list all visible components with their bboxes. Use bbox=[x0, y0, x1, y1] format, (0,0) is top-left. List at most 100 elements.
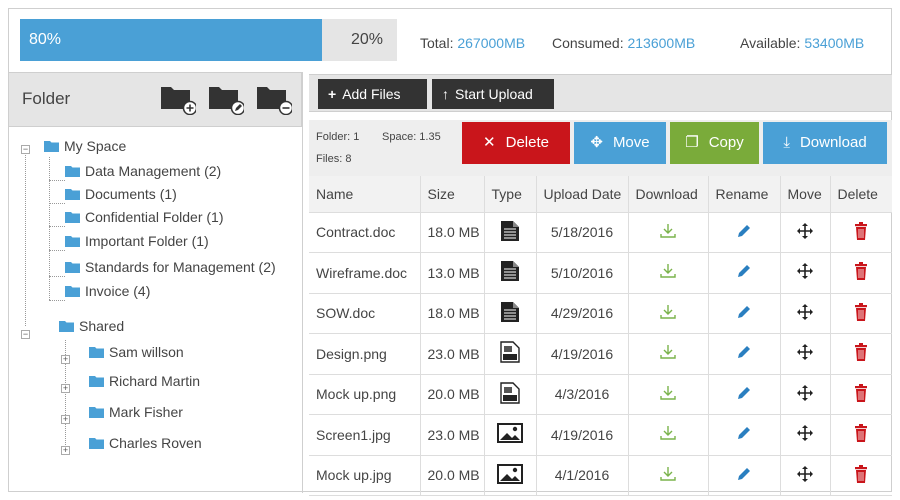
pencil-icon[interactable] bbox=[736, 263, 752, 282]
folder-icon bbox=[59, 321, 74, 332]
table-row[interactable]: Screen1.jpg 23.0 MB 4/19/2016 bbox=[309, 414, 892, 456]
tree-node-charles-roven[interactable]: Charles Roven bbox=[89, 435, 202, 451]
tree-node-sam-willson[interactable]: Sam willson bbox=[89, 344, 184, 360]
file-name[interactable]: Screen1.jpg bbox=[309, 414, 421, 456]
rename-cell bbox=[708, 374, 781, 415]
trash-icon[interactable] bbox=[854, 221, 868, 243]
expand-toggle[interactable]: + bbox=[61, 355, 70, 364]
download-cell bbox=[628, 414, 709, 456]
column-header-type[interactable]: Type bbox=[484, 176, 537, 213]
column-header-move: Move bbox=[780, 176, 831, 213]
download-icon[interactable] bbox=[659, 263, 677, 282]
pencil-icon[interactable] bbox=[736, 344, 752, 363]
tree-node-richard-martin[interactable]: Richard Martin bbox=[89, 373, 200, 389]
collapse-my-space-toggle[interactable]: − bbox=[21, 145, 30, 154]
tree-node-important-folder[interactable]: Important Folder (1) bbox=[65, 233, 209, 249]
expand-toggle[interactable]: + bbox=[61, 446, 70, 455]
png-file-icon bbox=[500, 341, 520, 366]
upload-date: 4/29/2016 bbox=[536, 293, 629, 334]
rename-folder-icon[interactable] bbox=[208, 83, 246, 116]
table-row[interactable]: Mock up.png 20.0 MB 4/3/2016 bbox=[309, 374, 892, 415]
move-arrows-icon[interactable] bbox=[797, 303, 813, 323]
tree-node-data-management[interactable]: Data Management (2) bbox=[65, 163, 221, 179]
download-cell bbox=[628, 252, 709, 294]
folder-icon bbox=[44, 141, 59, 152]
trash-icon[interactable] bbox=[854, 464, 868, 486]
tree-node-label: Standards for Management (2) bbox=[85, 259, 276, 275]
file-name[interactable]: Design.png bbox=[309, 333, 421, 375]
column-header-size[interactable]: Size bbox=[420, 176, 485, 213]
consumed-stat: Consumed: 213600MB bbox=[552, 35, 695, 51]
collapse-shared-toggle[interactable]: − bbox=[21, 330, 30, 339]
column-header-download: Download bbox=[628, 176, 709, 213]
pencil-icon[interactable] bbox=[736, 304, 752, 323]
selection-info-bar: Folder: 1 Space: 1.35 Files: 8 ✕ Delete ✥… bbox=[309, 120, 892, 176]
expand-toggle[interactable]: + bbox=[61, 415, 70, 424]
expand-toggle[interactable]: + bbox=[61, 384, 70, 393]
move-arrows-icon[interactable] bbox=[797, 465, 813, 485]
download-icon[interactable] bbox=[659, 344, 677, 363]
tree-node-confidential-folder[interactable]: Confidential Folder (1) bbox=[65, 209, 224, 225]
file-name[interactable]: Mock up.png bbox=[309, 374, 421, 415]
tree-node-label: Mark Fisher bbox=[109, 404, 183, 420]
file-name[interactable]: Wireframe.doc bbox=[309, 252, 421, 294]
download-label: Download bbox=[799, 134, 867, 151]
trash-icon[interactable] bbox=[854, 424, 868, 445]
move-arrows-icon[interactable] bbox=[797, 222, 813, 242]
document-icon bbox=[500, 301, 520, 326]
download-icon[interactable] bbox=[659, 425, 677, 444]
file-name[interactable]: Mock up.jpg bbox=[309, 455, 421, 496]
tree-node-standards-for-management[interactable]: Standards for Management (2) bbox=[65, 259, 276, 275]
download-icon[interactable] bbox=[659, 304, 677, 323]
file-name[interactable]: SOW.doc bbox=[309, 293, 421, 334]
move-arrows-icon[interactable] bbox=[797, 344, 813, 363]
pencil-icon[interactable] bbox=[736, 425, 752, 444]
pencil-icon[interactable] bbox=[736, 466, 752, 485]
download-button[interactable]: ⤓ Download bbox=[763, 122, 887, 164]
start-upload-label: Start Upload bbox=[455, 86, 533, 102]
tree-node-label: Sam willson bbox=[109, 344, 184, 360]
tree-node-mark-fisher[interactable]: Mark Fisher bbox=[89, 404, 183, 420]
move-arrows-icon[interactable] bbox=[797, 263, 813, 282]
download-icon: ⤓ bbox=[783, 134, 790, 151]
add-folder-icon[interactable] bbox=[160, 83, 198, 116]
tree-node-invoice[interactable]: Invoice (4) bbox=[65, 283, 150, 299]
copy-button[interactable]: ❐ Copy bbox=[670, 122, 759, 164]
trash-icon[interactable] bbox=[854, 302, 868, 324]
start-upload-button[interactable]: ↑ Start Upload bbox=[432, 79, 554, 109]
pencil-icon[interactable] bbox=[736, 385, 752, 404]
move-arrows-icon[interactable] bbox=[797, 425, 813, 444]
move-button[interactable]: ✥ Move bbox=[574, 122, 666, 164]
remove-folder-icon[interactable] bbox=[256, 83, 294, 116]
consumed-label: Consumed: bbox=[552, 35, 624, 51]
column-header-upload-date[interactable]: Upload Date bbox=[536, 176, 629, 213]
total-stat: Total: 267000MB bbox=[420, 35, 525, 51]
tree-node-documents[interactable]: Documents (1) bbox=[65, 186, 177, 202]
delete-button[interactable]: ✕ Delete bbox=[462, 122, 570, 164]
trash-icon[interactable] bbox=[854, 343, 868, 364]
file-name[interactable]: Contract.doc bbox=[309, 212, 421, 253]
close-icon: ✕ bbox=[483, 134, 496, 151]
tree-node-shared[interactable]: Shared bbox=[59, 318, 124, 334]
available-label: Available: bbox=[740, 35, 801, 51]
pencil-icon[interactable] bbox=[736, 223, 752, 242]
add-files-button[interactable]: + Add Files bbox=[318, 79, 427, 109]
tree-node-my-space[interactable]: My Space bbox=[44, 138, 126, 154]
table-row[interactable]: Wireframe.doc 13.0 MB 5/10/2016 bbox=[309, 252, 892, 294]
file-manager: 80% 20% Total: 267000MB Consumed: 213600… bbox=[8, 8, 892, 496]
total-label: Total: bbox=[420, 35, 454, 51]
move-arrows-icon[interactable] bbox=[797, 384, 813, 404]
tree-node-label: Invoice (4) bbox=[85, 283, 151, 299]
file-type-cell bbox=[484, 414, 537, 456]
download-icon[interactable] bbox=[659, 223, 677, 242]
table-row[interactable]: Mock up.jpg 20.0 MB 4/1/2016 bbox=[309, 455, 892, 496]
trash-icon[interactable] bbox=[854, 383, 868, 405]
download-icon[interactable] bbox=[659, 466, 677, 485]
table-row[interactable]: SOW.doc 18.0 MB 4/29/2016 bbox=[309, 293, 892, 334]
table-row[interactable]: Contract.doc 18.0 MB 5/18/2016 bbox=[309, 212, 892, 253]
move-cell bbox=[780, 293, 831, 334]
download-icon[interactable] bbox=[659, 385, 677, 404]
trash-icon[interactable] bbox=[854, 262, 868, 283]
column-header-name[interactable]: Name bbox=[309, 176, 421, 213]
table-row[interactable]: Design.png 23.0 MB 4/19/2016 bbox=[309, 333, 892, 375]
